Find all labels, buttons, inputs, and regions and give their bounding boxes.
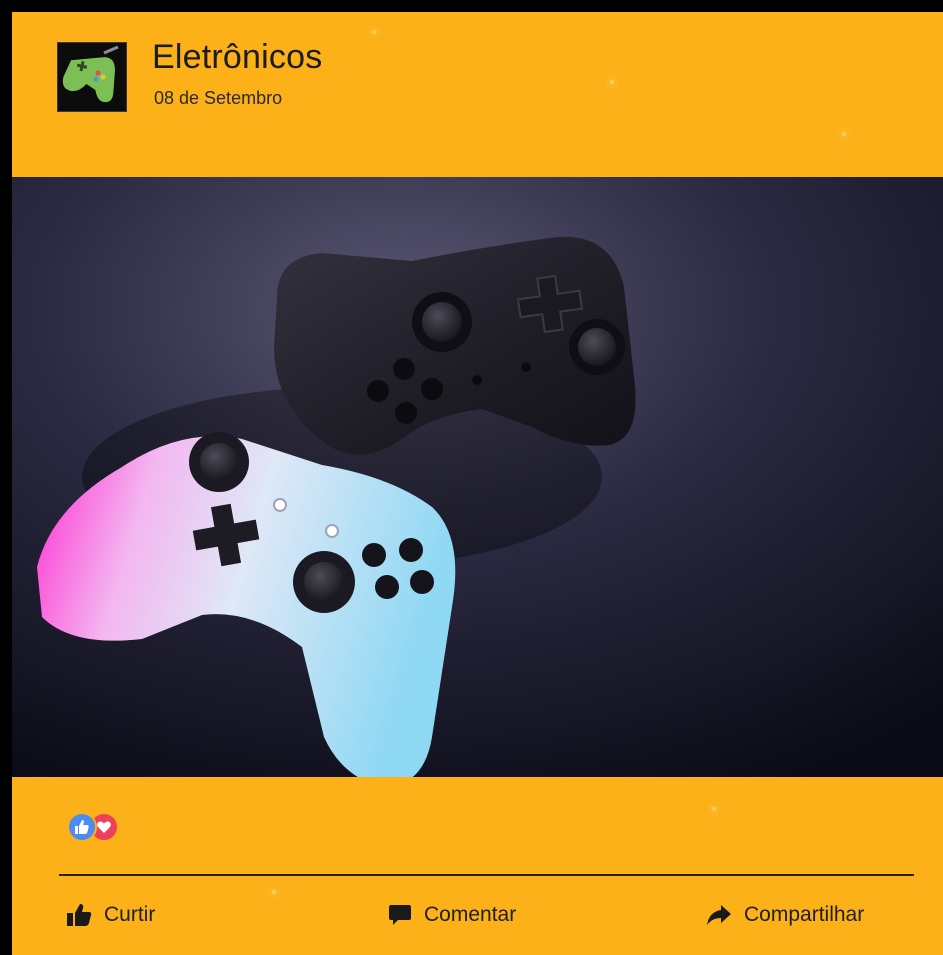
share-button[interactable]: Compartilhar — [706, 900, 864, 930]
comment-button-label: Comentar — [424, 903, 517, 926]
page-name[interactable]: Eletrônicos — [152, 38, 322, 77]
thumbs-up-icon — [67, 904, 92, 926]
page-avatar[interactable] — [57, 42, 127, 112]
reactions-summary[interactable] — [67, 812, 157, 844]
post-date[interactable]: 08 de Setembro — [154, 88, 282, 109]
comment-icon — [389, 905, 411, 925]
like-button-label: Curtir — [104, 903, 156, 926]
divider — [59, 874, 914, 876]
post-photo[interactable] — [12, 177, 943, 777]
sparkle-decoration — [712, 807, 716, 811]
post-card: Eletrônicos 08 de Setembro Curtir Coment… — [12, 12, 943, 955]
comment-button[interactable]: Comentar — [388, 900, 516, 930]
game-controllers-photo — [12, 177, 943, 777]
share-button-label: Compartilhar — [744, 903, 865, 926]
like-button[interactable]: Curtir — [66, 900, 155, 930]
like-reaction-icon — [67, 812, 97, 842]
post-header: Eletrônicos 08 de Setembro — [12, 12, 943, 177]
sparkle-decoration — [272, 890, 276, 894]
share-arrow-icon — [707, 905, 731, 925]
gamepad-icon — [58, 43, 126, 111]
